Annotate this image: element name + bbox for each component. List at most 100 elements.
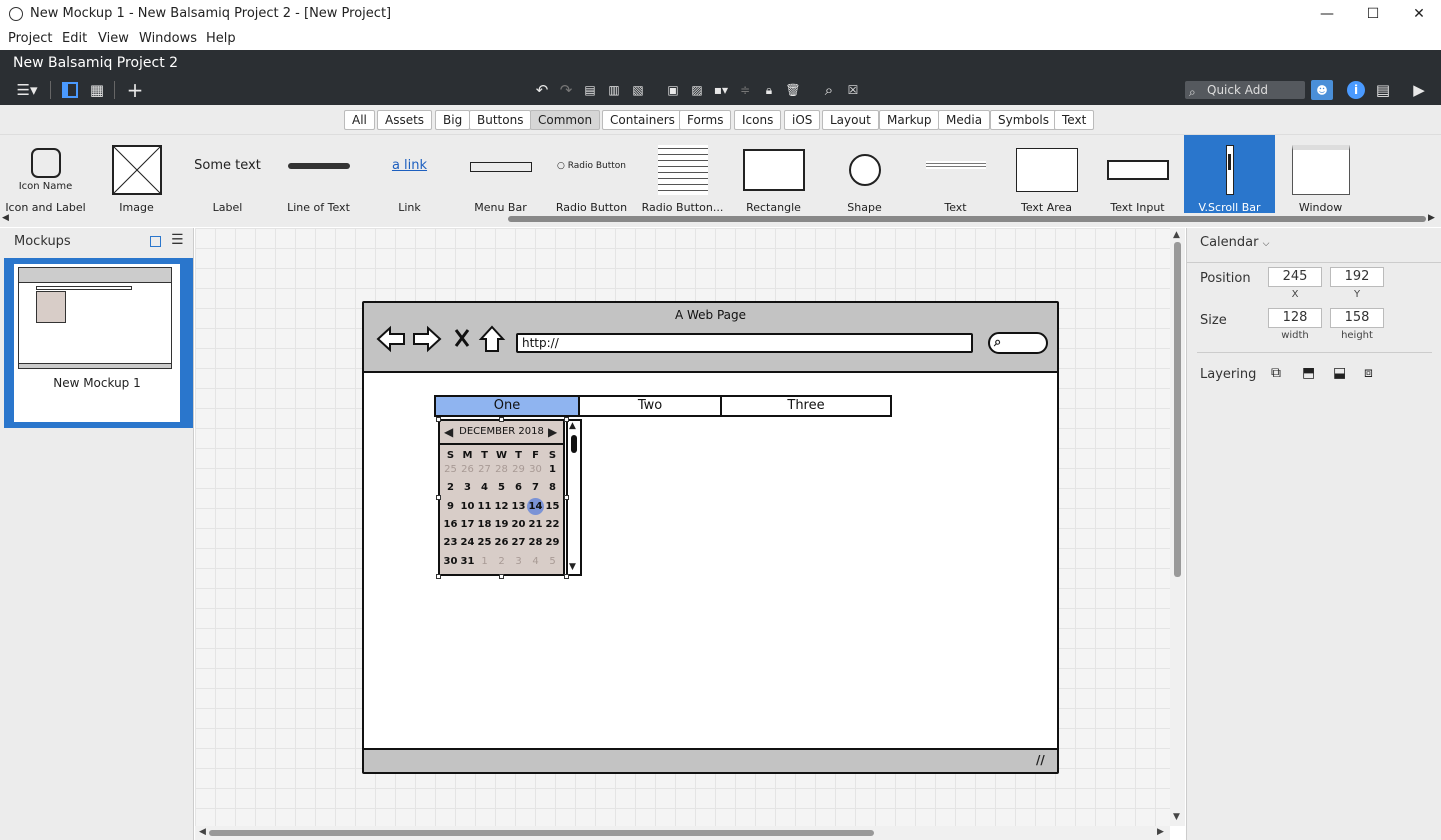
- lock-icon[interactable]: 🔒︎: [758, 80, 780, 100]
- library-item-text-input[interactable]: Text Input: [1092, 135, 1183, 214]
- search-icon: ⌕: [994, 335, 1002, 350]
- share-icon[interactable]: ☻: [1311, 80, 1333, 100]
- bring-to-front-icon[interactable]: ⧉: [1271, 365, 1281, 381]
- library-item-link[interactable]: a link Link: [364, 135, 455, 215]
- menu-view[interactable]: View: [98, 31, 129, 46]
- category-big[interactable]: Big: [435, 110, 471, 130]
- canvas-h-scrollbar[interactable]: ◀ ▶: [195, 826, 1170, 840]
- menu-windows[interactable]: Windows: [139, 31, 197, 46]
- category-all[interactable]: All: [344, 110, 375, 130]
- single-view-icon[interactable]: [59, 80, 81, 100]
- category-common[interactable]: Common: [530, 110, 601, 130]
- cut-icon[interactable]: ▤: [579, 80, 601, 100]
- calendar-day: 14: [527, 497, 544, 515]
- scroll-down-icon[interactable]: ▼: [1173, 812, 1180, 822]
- quick-add-input[interactable]: ⌕ Quick Add: [1185, 81, 1305, 99]
- library-item-shape[interactable]: Shape: [819, 135, 910, 214]
- calendar-day: 27: [511, 537, 526, 549]
- inspector-title[interactable]: Calendar ⌵: [1200, 235, 1269, 250]
- selection-handle[interactable]: [436, 574, 441, 579]
- calendar-day: 4: [481, 482, 488, 494]
- library-item-window[interactable]: Window: [1275, 135, 1366, 214]
- close-button[interactable]: ✕: [1396, 0, 1441, 28]
- redo-icon[interactable]: ↷: [555, 80, 577, 100]
- category-buttons[interactable]: Buttons: [469, 110, 532, 130]
- library-item-rectangle[interactable]: Rectangle: [728, 135, 819, 214]
- bring-forward-icon[interactable]: ⬒: [1302, 365, 1315, 381]
- category-ios[interactable]: iOS: [784, 110, 821, 130]
- calendar-day: 26: [494, 537, 509, 549]
- selection-handle[interactable]: [564, 417, 569, 422]
- category-assets[interactable]: Assets: [377, 110, 433, 130]
- maximize-button[interactable]: ☐: [1350, 0, 1396, 28]
- list-menu-icon[interactable]: ☰: [171, 232, 184, 248]
- paste-icon[interactable]: ▧: [627, 80, 649, 100]
- scroll-up-icon[interactable]: ▲: [1173, 230, 1180, 240]
- add-mockup-icon[interactable]: +: [124, 78, 146, 102]
- presentation-icon[interactable]: ▶: [1408, 80, 1430, 100]
- width-field[interactable]: 128: [1268, 308, 1322, 328]
- category-markup[interactable]: Markup: [879, 110, 940, 130]
- group-icon[interactable]: ▣: [662, 80, 684, 100]
- selection-handle[interactable]: [436, 417, 441, 422]
- selection-handle[interactable]: [499, 417, 504, 422]
- category-text[interactable]: Text: [1054, 110, 1095, 130]
- library-scrollbar[interactable]: [508, 216, 1426, 222]
- category-layout[interactable]: Layout: [822, 110, 879, 130]
- selection-handle[interactable]: [564, 574, 569, 579]
- library-item-line-of-text[interactable]: Line of Text: [273, 135, 364, 214]
- properties-icon[interactable]: ▤: [1372, 80, 1394, 100]
- hamburger-menu-icon[interactable]: ☰▾: [13, 80, 41, 100]
- h-scroll-thumb[interactable]: [209, 830, 874, 836]
- send-to-back-icon[interactable]: ⧈: [1364, 365, 1373, 381]
- minimize-button[interactable]: —: [1304, 0, 1350, 28]
- undo-icon[interactable]: ↶: [531, 80, 553, 100]
- category-icons[interactable]: Icons: [734, 110, 782, 130]
- library-item-label[interactable]: Some text Label: [182, 135, 273, 215]
- library-item-text[interactable]: Text: [910, 135, 1001, 214]
- calendar-month: DECEMBER 2018: [459, 426, 544, 437]
- library-scroll-right-icon[interactable]: ▶: [1428, 213, 1435, 223]
- selection-handle[interactable]: [564, 495, 569, 500]
- grid-view-icon[interactable]: ▦: [86, 80, 108, 100]
- info-icon[interactable]: i: [1345, 80, 1367, 100]
- library-item-menu-bar[interactable]: Menu Bar: [455, 135, 546, 214]
- library-item-radio-button[interactable]: ○ Radio Button Radio Button: [546, 135, 637, 214]
- align-icon[interactable]: ≑: [734, 80, 756, 100]
- ungroup-icon[interactable]: ▨: [686, 80, 708, 100]
- x-field[interactable]: 245: [1268, 267, 1322, 287]
- library-scroll-left-icon[interactable]: ◀: [2, 213, 9, 223]
- selection-handle[interactable]: [499, 574, 504, 579]
- menu-project[interactable]: Project: [8, 31, 52, 46]
- category-symbols[interactable]: Symbols: [990, 110, 1057, 130]
- height-field[interactable]: 158: [1330, 308, 1384, 328]
- library-item-icon-and-label[interactable]: Icon Name Icon and Label: [0, 135, 91, 214]
- scroll-right-icon[interactable]: ▶: [1157, 827, 1164, 837]
- v-scroll-thumb[interactable]: [1174, 242, 1181, 577]
- y-field[interactable]: 192: [1330, 267, 1384, 287]
- selection-handle[interactable]: [436, 495, 441, 500]
- mockup-thumbnail[interactable]: New Mockup 1: [14, 264, 180, 422]
- category-containers[interactable]: Containers: [602, 110, 683, 130]
- calendar-day: 3: [515, 555, 522, 567]
- find-icon[interactable]: ⌕: [818, 80, 840, 100]
- single-view-icon[interactable]: [150, 236, 161, 247]
- scroll-left-icon[interactable]: ◀: [199, 827, 206, 837]
- category-media[interactable]: Media: [938, 110, 991, 130]
- send-backward-icon[interactable]: ⬓: [1333, 365, 1346, 381]
- category-forms[interactable]: Forms: [679, 110, 732, 130]
- delete-icon[interactable]: ☒: [842, 80, 864, 100]
- trash-icon[interactable]: 🗑︎: [782, 80, 804, 100]
- calendar-day: 22: [545, 518, 560, 530]
- arrange-icon[interactable]: ▪▾: [710, 80, 732, 100]
- calendar-mockup[interactable]: ◀ DECEMBER 2018 ▶ S M T W T F S 25 26 27 28 29 30 1 2 3…: [438, 419, 565, 576]
- library-item-image[interactable]: Image: [91, 135, 182, 214]
- canvas-v-scrollbar[interactable]: ▲ ▼: [1170, 228, 1185, 826]
- calendar-day: 30: [443, 555, 458, 567]
- menu-edit[interactable]: Edit: [62, 31, 87, 46]
- library-item-v-scroll-bar[interactable]: V.Scroll Bar: [1184, 135, 1275, 214]
- library-item-text-area[interactable]: Text Area: [1001, 135, 1092, 214]
- menu-help[interactable]: Help: [206, 31, 236, 46]
- copy-icon[interactable]: ▥: [603, 80, 625, 100]
- library-item-radio-button-group[interactable]: Radio Button...: [637, 135, 728, 214]
